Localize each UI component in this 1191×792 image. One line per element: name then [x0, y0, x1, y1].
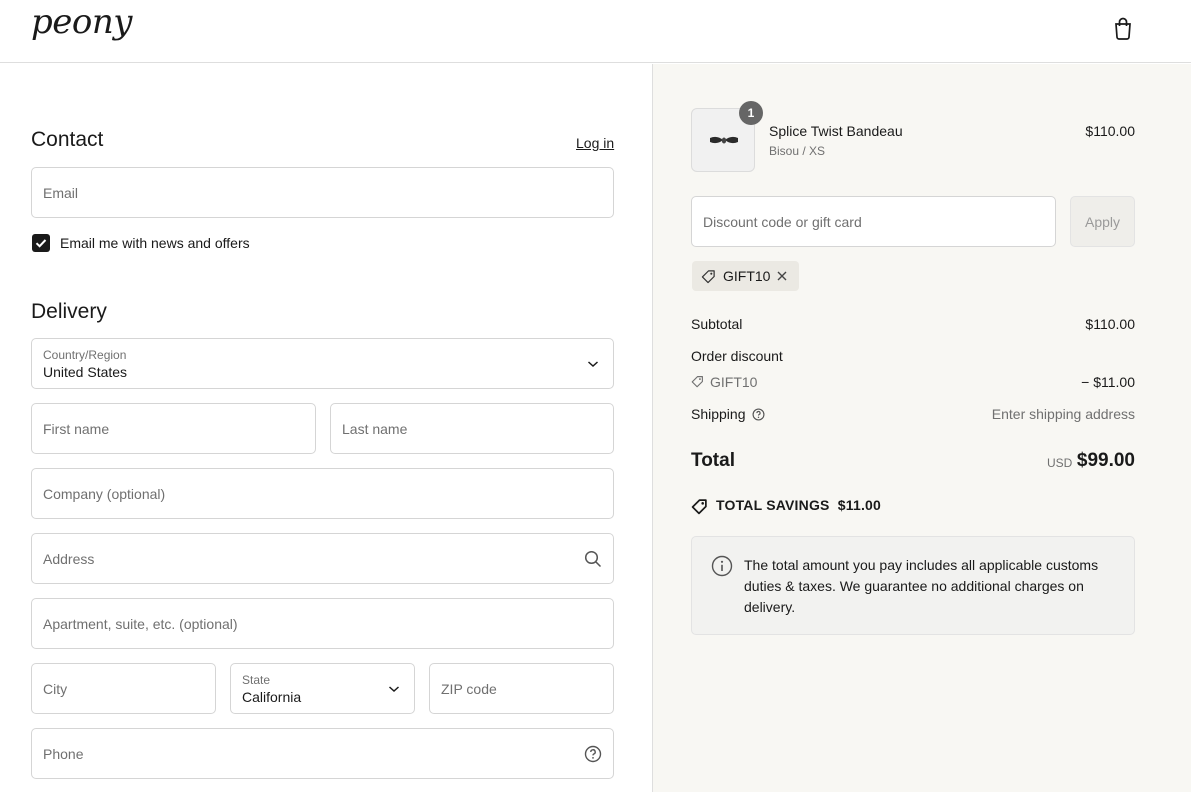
newsletter-checkbox[interactable] — [32, 234, 50, 252]
login-link[interactable]: Log in — [576, 135, 614, 151]
notice-text: The total amount you pay includes all ap… — [744, 557, 1099, 615]
first-name-field[interactable]: First name — [31, 403, 316, 454]
address-field[interactable]: Address — [31, 533, 614, 584]
applied-code: GIFT10 — [723, 268, 771, 284]
site-header: peony — [0, 0, 1191, 63]
apply-discount-button[interactable]: Apply — [1070, 196, 1135, 247]
chevron-down-icon — [389, 685, 399, 692]
search-icon[interactable] — [584, 550, 602, 568]
phone-field[interactable]: Phone — [31, 728, 614, 779]
company-field[interactable]: Company (optional) — [31, 468, 614, 519]
first-name-placeholder: First name — [43, 420, 110, 437]
remove-discount-icon[interactable] — [776, 270, 788, 282]
product-price: $110.00 — [1085, 123, 1135, 139]
discount-value: − $11.00 — [1081, 374, 1135, 390]
product-variant: Bisou / XS — [769, 144, 826, 158]
zip-placeholder: ZIP code — [441, 680, 497, 697]
contact-heading: Contact — [31, 128, 104, 151]
info-icon — [711, 555, 733, 577]
discount-code-label: GIFT10 — [710, 374, 758, 390]
address-placeholder: Address — [43, 550, 95, 567]
country-select[interactable]: Country/Region United States — [31, 338, 614, 389]
state-value: California — [242, 689, 302, 705]
currency-code: USD — [1047, 456, 1073, 470]
country-label: Country/Region — [43, 348, 127, 362]
savings-text: TOTAL SAVINGS $11.00 — [716, 497, 882, 513]
help-icon[interactable] — [752, 408, 765, 421]
shopping-bag-icon[interactable] — [1112, 16, 1134, 40]
zip-field[interactable]: ZIP code — [429, 663, 614, 714]
city-placeholder: City — [43, 680, 68, 697]
subtotal-value: $110.00 — [1085, 316, 1135, 332]
tag-icon — [691, 376, 703, 388]
city-field[interactable]: City — [31, 663, 216, 714]
shipping-label: Shipping — [691, 406, 746, 422]
checkmark-icon — [35, 239, 47, 248]
email-field[interactable]: Email — [31, 167, 614, 218]
state-label: State — [242, 673, 271, 687]
email-placeholder: Email — [43, 184, 79, 201]
apartment-placeholder: Apartment, suite, etc. (optional) — [43, 615, 238, 632]
last-name-field[interactable]: Last name — [330, 403, 614, 454]
phone-placeholder: Phone — [43, 745, 84, 762]
last-name-placeholder: Last name — [342, 420, 408, 437]
state-select[interactable]: State California — [230, 663, 415, 714]
shipping-row: Shipping — [691, 406, 765, 422]
order-discount-label: Order discount — [691, 348, 783, 364]
help-icon[interactable] — [584, 745, 602, 763]
chevron-down-icon — [588, 360, 598, 367]
quantity-badge: 1 — [739, 101, 763, 125]
apartment-field[interactable]: Apartment, suite, etc. (optional) — [31, 598, 614, 649]
country-value: United States — [43, 364, 128, 380]
subtotal-label: Subtotal — [691, 316, 743, 332]
discount-placeholder: Discount code or gift card — [703, 213, 862, 230]
brand-logo[interactable]: peony — [31, 2, 132, 42]
tag-icon — [691, 499, 707, 515]
applied-discount-chip: GIFT10 — [692, 261, 799, 291]
delivery-heading: Delivery — [31, 300, 107, 323]
total-label: Total — [691, 450, 735, 471]
newsletter-label: Email me with news and offers — [60, 235, 250, 251]
total-value: $99.00 — [1076, 450, 1135, 471]
tag-icon — [701, 270, 715, 284]
discount-code-input[interactable]: Discount code or gift card — [691, 196, 1056, 247]
company-placeholder: Company (optional) — [43, 485, 166, 502]
order-summary-column — [652, 64, 1191, 792]
customs-notice: The total amount you pay includes all ap… — [691, 536, 1135, 635]
shipping-value: Enter shipping address — [991, 406, 1135, 422]
product-name: Splice Twist Bandeau — [769, 123, 903, 139]
